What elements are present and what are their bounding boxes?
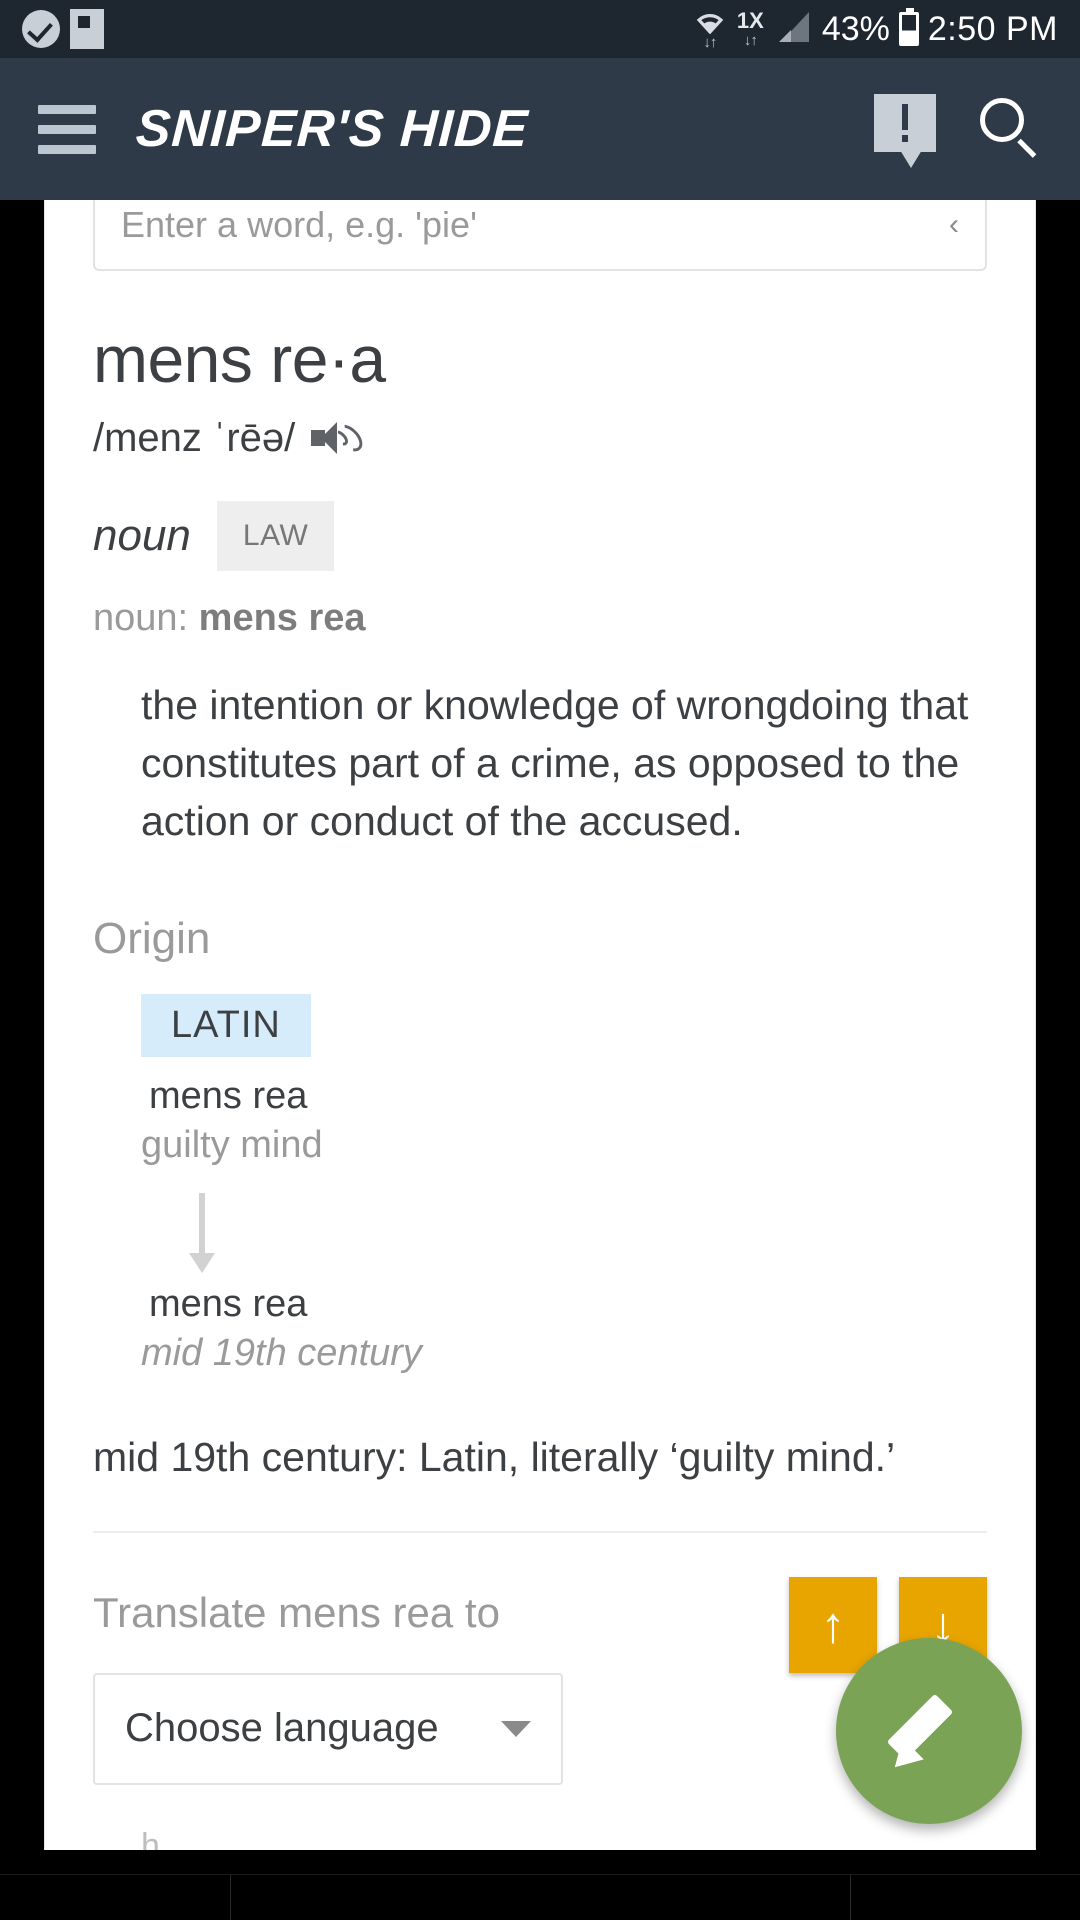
edit-pencil-icon (881, 1683, 977, 1779)
signal-strength-icon (773, 8, 813, 51)
wifi-icon: ↓↑ (692, 8, 728, 50)
battery-percent-label: 43% (821, 9, 890, 48)
status-bar: ↓↑ 1X ↓↑ 43% 2:50 PM (0, 0, 1080, 58)
pronunciation-row: /menz ˈrēə/ (93, 416, 987, 461)
check-circle-icon (22, 10, 60, 48)
wifi-traffic-arrows: ↓↑ (703, 34, 717, 51)
nav-divider (230, 1875, 231, 1920)
phone-screen: ↓↑ 1X ↓↑ 43% 2:50 PM SNIPER'S HIDE Enter… (0, 0, 1080, 1920)
dictionary-card: Enter a word, e.g. 'pie' ‹ mens re·a /me… (44, 200, 1036, 1850)
dictionary-search-wrap: Enter a word, e.g. 'pie' ‹ (45, 200, 1035, 271)
part-of-speech-row: noun LAW (93, 500, 987, 571)
search-lens (980, 98, 1024, 142)
part-of-speech-label: noun (93, 510, 191, 560)
scroll-up-button[interactable]: ↑ (789, 1576, 877, 1673)
definition-list: the intention or knowledge of wrongdoing… (93, 676, 987, 851)
chevron-left-icon[interactable]: ‹ (949, 208, 959, 242)
webpage-viewport[interactable]: Enter a word, e.g. 'pie' ‹ mens re·a /me… (0, 200, 1080, 1850)
network-type-label: 1X (736, 8, 764, 33)
language-select[interactable]: Choose language (93, 1672, 563, 1785)
list-item: the intention or knowledge of wrongdoing… (141, 681, 969, 845)
search-icon[interactable] (980, 98, 1042, 160)
hamburger-menu-icon[interactable] (38, 104, 96, 154)
nav-divider (850, 1875, 851, 1920)
down-arrow-icon (189, 1193, 215, 1274)
pronunciation-text: /menz ˈrēə/ (93, 415, 296, 460)
entry-content: mens re·a /menz ˈrēə/ noun LAW noun: men… (45, 271, 1035, 1533)
app-header-actions (874, 94, 1042, 168)
alert-message-icon[interactable] (874, 94, 936, 168)
hamburger-line (38, 104, 96, 114)
etymology-result-word: mens rea (149, 1283, 308, 1326)
search-input-placeholder: Enter a word, e.g. 'pie' (121, 204, 477, 245)
mobile-traffic-arrows: ↓↑ (743, 32, 758, 49)
sense-prefix: noun: (93, 596, 199, 639)
battery-icon (898, 8, 919, 46)
hamburger-line (38, 144, 96, 154)
etymology-source-gloss: guilty mind (141, 1124, 323, 1167)
chevron-down-icon (501, 1720, 531, 1737)
status-bar-left (22, 9, 104, 49)
sense-word: mens rea (198, 596, 366, 639)
origin-heading: Origin (93, 914, 211, 964)
alert-exclamation (902, 104, 908, 142)
compose-fab-button[interactable] (836, 1638, 1022, 1824)
search-handle (1017, 138, 1037, 158)
status-bar-right: ↓↑ 1X ↓↑ 43% 2:50 PM (692, 8, 1058, 51)
flipboard-icon (70, 9, 104, 49)
brand-logo[interactable]: SNIPER'S HIDE (134, 99, 529, 159)
app-header: SNIPER'S HIDE (0, 58, 1080, 200)
translate-trailing-text: h (141, 1826, 160, 1850)
language-chip: LATIN (141, 994, 311, 1058)
etymology-tree: LATIN mens rea guilty mind mens rea mid … (93, 994, 987, 1375)
etymology-text: mid 19th century: Latin, literally ‘guil… (93, 1434, 896, 1481)
register-tag: LAW (216, 500, 335, 571)
language-select-value: Choose language (125, 1706, 439, 1751)
alert-tail (900, 150, 922, 168)
clock-label: 2:50 PM (927, 9, 1058, 48)
etymology-result-era: mid 19th century (141, 1332, 422, 1375)
hamburger-line (38, 124, 96, 134)
page-title: mens re·a (93, 322, 386, 396)
speaker-icon[interactable] (311, 418, 368, 458)
etymology-source-word: mens rea (149, 1075, 308, 1118)
mobile-network-icon: 1X ↓↑ (736, 8, 764, 49)
system-navigation-bar (0, 1874, 1080, 1920)
sense-heading: noun: mens rea (93, 597, 987, 640)
search-input[interactable]: Enter a word, e.g. 'pie' ‹ (93, 200, 987, 271)
